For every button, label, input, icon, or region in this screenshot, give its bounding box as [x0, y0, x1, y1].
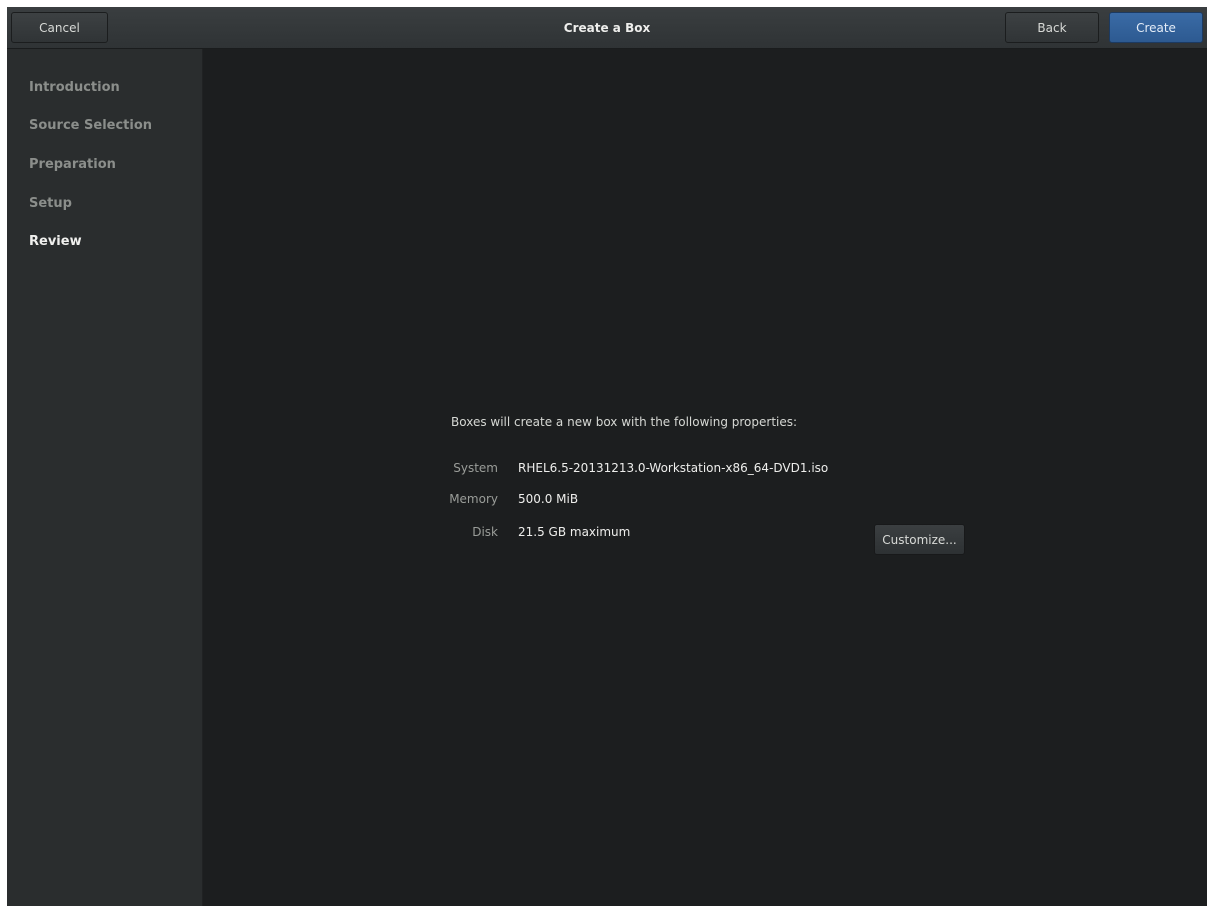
- review-page: Boxes will create a new box with the fol…: [204, 49, 1207, 906]
- cancel-button[interactable]: Cancel: [11, 12, 108, 43]
- sidebar-item-review: Review: [29, 234, 82, 249]
- create-button[interactable]: Create: [1109, 12, 1203, 43]
- sidebar-item-setup: Setup: [29, 196, 72, 211]
- wizard-sidebar: Introduction Source Selection Preparatio…: [7, 49, 203, 906]
- customize-button[interactable]: Customize...: [874, 524, 965, 555]
- disk-value: 21.5 GB maximum: [518, 525, 631, 539]
- create-box-window: Create a Box Cancel Back Create Introduc…: [7, 7, 1207, 906]
- sidebar-item-source-selection: Source Selection: [29, 118, 153, 133]
- system-label: System: [453, 461, 498, 475]
- system-value: RHEL6.5-20131213.0-Workstation-x86_64-DV…: [518, 461, 829, 475]
- header-bar: Create a Box Cancel Back Create: [7, 7, 1207, 49]
- sidebar-item-preparation: Preparation: [29, 157, 116, 172]
- review-intro-text: Boxes will create a new box with the fol…: [451, 415, 798, 429]
- back-button[interactable]: Back: [1005, 12, 1099, 43]
- sidebar-item-introduction: Introduction: [29, 80, 120, 95]
- memory-value: 500.0 MiB: [518, 492, 579, 506]
- memory-label: Memory: [449, 492, 498, 506]
- disk-label: Disk: [472, 525, 498, 539]
